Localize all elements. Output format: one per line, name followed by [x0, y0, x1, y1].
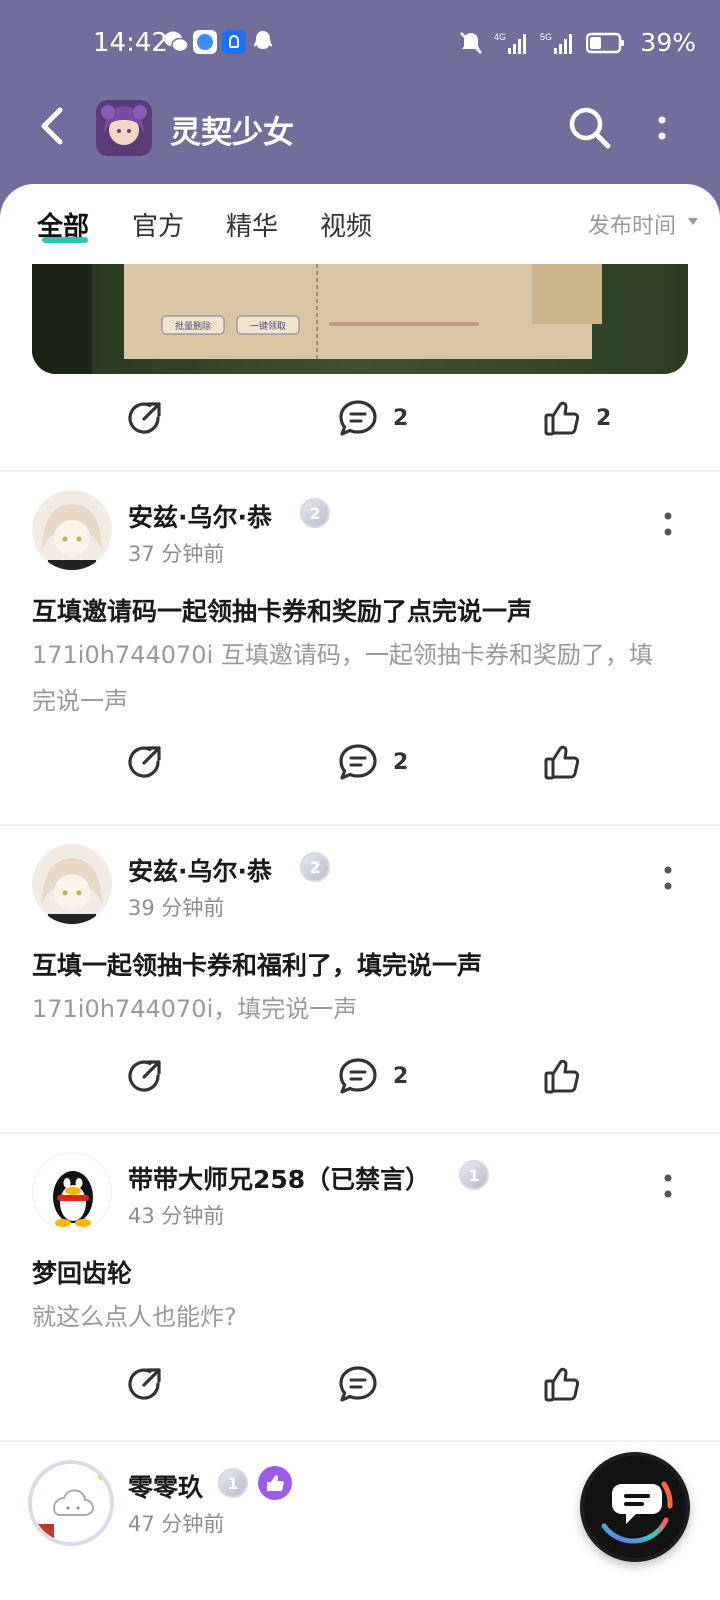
author-name[interactable]: 安兹·乌尔·恭: [128, 498, 272, 534]
thumbs-up-icon: [544, 1059, 580, 1094]
avatar[interactable]: [28, 1460, 114, 1546]
page-title: 灵契少女: [170, 115, 294, 151]
post-title[interactable]: 互填邀请码一起领抽卡券和奖励了点完说一声: [32, 592, 532, 628]
post-time: 37 分钟前: [128, 542, 225, 566]
comment-count: 2: [393, 405, 409, 431]
comment-button[interactable]: 2: [337, 392, 408, 444]
tab-active-indicator: [42, 237, 88, 243]
post-time: 39 分钟前: [128, 896, 225, 920]
post-body[interactable]: 171i0h744070i 互填邀请码，一起领抽卡券和奖励了，填完说一声: [32, 632, 672, 724]
author-name[interactable]: 零零玖: [128, 1468, 203, 1504]
tab-bar: 全部 官方 精华 视频 发布时间: [0, 184, 720, 264]
level-badge: 1: [459, 1160, 489, 1190]
post-time: 47 分钟前: [128, 1512, 225, 1536]
level-badge: 2: [300, 498, 330, 528]
share-button[interactable]: [124, 1358, 164, 1410]
comment-button[interactable]: 2: [337, 736, 408, 788]
share-icon: [128, 746, 161, 778]
battery-percent: 39%: [640, 28, 696, 57]
chat-bubble-icon: [601, 1481, 673, 1544]
avatar[interactable]: [32, 490, 112, 570]
post-image[interactable]: 批量删除 一键领取: [32, 264, 688, 374]
post-actions: 2: [0, 736, 720, 788]
comment-icon: [339, 744, 377, 780]
more-vertical-icon[interactable]: [654, 112, 670, 144]
level-badge: 2: [300, 852, 330, 882]
qq-penguin-avatar: [33, 1153, 111, 1231]
share-icon: [128, 1060, 161, 1092]
qq-icon: [254, 31, 272, 49]
thumbs-up-icon: [544, 401, 580, 436]
sort-by-publish-time[interactable]: 发布时间: [588, 208, 676, 240]
thumbs-up-badge-icon: [267, 1475, 284, 1491]
comment-icon: [339, 1366, 377, 1402]
comment-button[interactable]: [337, 1358, 393, 1410]
batch-delete-button: 批量删除: [175, 320, 211, 331]
more-vertical-icon[interactable]: [660, 1170, 676, 1202]
post-actions: 2: [0, 1050, 720, 1102]
post-card[interactable]: 带带大师兄258（已禁言） 1 43 分钟前 梦回齿轮 就这么点人也能炸?: [0, 1134, 720, 1440]
browser-app-icon: [193, 30, 217, 54]
post-actions: 2 2: [0, 392, 720, 444]
author-name[interactable]: 安兹·乌尔·恭: [128, 852, 272, 888]
caret-down-icon[interactable]: [688, 218, 698, 225]
post-body[interactable]: 171i0h744070i，填完说一声: [32, 986, 672, 1032]
thumbs-up-icon: [544, 1367, 580, 1402]
more-vertical-icon[interactable]: [660, 862, 676, 894]
thumbs-up-icon: [544, 745, 580, 780]
mute-bell-icon: [460, 31, 483, 54]
back-arrow-icon[interactable]: [34, 104, 74, 148]
like-count: 2: [596, 405, 612, 431]
post-title[interactable]: 梦回齿轮: [32, 1254, 132, 1290]
creator-badge: [258, 1466, 292, 1500]
share-button[interactable]: [124, 392, 164, 444]
wechat-icon: [164, 31, 189, 53]
like-button[interactable]: [542, 736, 596, 788]
status-time: 14:42: [93, 28, 168, 58]
level-badge: 1: [218, 1468, 248, 1498]
tab-video[interactable]: 视频: [320, 206, 372, 243]
status-bar: 14:42 4G 5G 39%: [0, 0, 720, 88]
network-type-1: 4G: [494, 32, 506, 42]
comment-icon: [339, 400, 377, 436]
post-actions: [0, 1358, 720, 1410]
content-sheet: 全部 官方 精华 视频 发布时间 批量删除 一键领取 2 2 安兹·乌尔·恭 2…: [0, 184, 720, 1600]
share-button[interactable]: [124, 736, 164, 788]
share-button[interactable]: [124, 1050, 164, 1102]
search-icon[interactable]: [566, 104, 614, 152]
like-button[interactable]: [542, 1050, 596, 1102]
avatar[interactable]: [32, 844, 112, 924]
comment-count: 2: [393, 1063, 409, 1089]
tab-featured[interactable]: 精华: [226, 206, 278, 243]
battery-icon: [586, 32, 625, 53]
share-icon: [128, 402, 161, 434]
chat-fab-button[interactable]: [580, 1452, 690, 1562]
post-time: 43 分钟前: [128, 1204, 225, 1228]
post-title[interactable]: 互填一起领抽卡券和福利了，填完说一声: [32, 946, 482, 982]
signal-5g-icon: 5G: [540, 32, 573, 54]
tab-official[interactable]: 官方: [132, 206, 184, 243]
post-body[interactable]: 就这么点人也能炸?: [32, 1294, 672, 1340]
like-button[interactable]: [542, 1358, 596, 1410]
avatar[interactable]: [32, 1152, 112, 1232]
author-name[interactable]: 带带大师兄258（已禁言）: [128, 1160, 430, 1196]
comment-count: 2: [393, 749, 409, 775]
bulb-app-icon: [222, 30, 246, 54]
post-card[interactable]: 安兹·乌尔·恭 2 39 分钟前 互填一起领抽卡券和福利了，填完说一声 171i…: [0, 826, 720, 1132]
share-icon: [128, 1368, 161, 1400]
more-vertical-icon[interactable]: [660, 508, 676, 540]
comment-icon: [339, 1058, 377, 1094]
like-button[interactable]: 2: [542, 392, 611, 444]
game-avatar[interactable]: [96, 100, 152, 156]
status-right-group: 4G 5G 39%: [458, 28, 696, 57]
signal-4g-icon: 4G: [494, 32, 527, 54]
comment-button[interactable]: 2: [337, 1050, 408, 1102]
network-type-2: 5G: [540, 32, 552, 42]
claim-all-button: 一键领取: [250, 320, 286, 331]
